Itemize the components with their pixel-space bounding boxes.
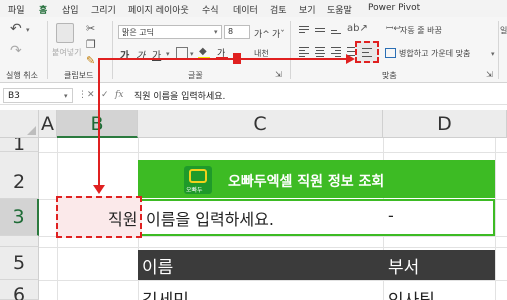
orientation-icon[interactable]: ab↗ — [347, 23, 368, 35]
header-dept: 부서 — [388, 258, 420, 278]
chevron-down-icon[interactable]: ▾ — [64, 92, 68, 100]
menu-power-pivot[interactable]: Power Pivot — [368, 3, 420, 13]
merge-center-button[interactable]: 병합하고 가운데 맞춤 — [399, 48, 470, 59]
column-header-a[interactable]: A — [39, 110, 57, 138]
font-dialog-launcher-icon[interactable]: ⇲ — [275, 69, 282, 81]
menu-view[interactable]: 보기 — [299, 3, 316, 16]
menu-review[interactable]: 검토 — [270, 3, 287, 16]
chevron-down-icon[interactable]: ▾ — [190, 50, 194, 58]
font-size-select[interactable]: 8 — [224, 25, 250, 39]
alignment-dialog-launcher-icon[interactable]: ⇲ — [486, 69, 493, 81]
cut-icon[interactable]: ✂ — [86, 23, 95, 35]
group-divider — [498, 21, 499, 79]
annotation-arrow-vertical — [98, 59, 100, 185]
chevron-down-icon[interactable]: ▾ — [214, 28, 218, 36]
align-top-icon[interactable] — [298, 25, 310, 36]
cell-d3-text[interactable]: - — [388, 206, 394, 225]
alignment-group-label: 맞춤 — [382, 71, 397, 80]
wrap-text-symbol: ꟷ↩ — [386, 24, 401, 34]
chevron-down-icon[interactable]: ▾ — [491, 50, 495, 58]
row-header-1[interactable]: 1 — [0, 138, 39, 152]
cell-c6-text[interactable]: 김세민 — [142, 286, 189, 300]
annotation-arrow-marker — [233, 53, 241, 64]
gridline — [39, 152, 507, 153]
row-header-5[interactable]: 5 — [0, 247, 39, 280]
table-header-row — [138, 250, 495, 280]
row-header-3[interactable]: 3 — [0, 199, 39, 236]
menu-help[interactable]: 도움말 — [327, 3, 352, 16]
align-center-icon[interactable] — [314, 46, 326, 57]
menu-data[interactable]: 데이터 — [233, 3, 258, 16]
merge-center-icon[interactable] — [385, 48, 396, 58]
logo: 오빠두 — [184, 166, 212, 194]
annotation-arrow-horizontal — [98, 58, 347, 60]
wrap-text-button[interactable]: 자동 줄 바꿈 — [400, 25, 442, 36]
chevron-down-icon[interactable]: ▾ — [166, 50, 170, 58]
wrap-text-icon[interactable] — [355, 41, 379, 63]
select-all-button[interactable] — [0, 110, 39, 138]
paste-icon[interactable] — [56, 23, 74, 43]
name-box[interactable]: B3 — [3, 88, 73, 103]
undo-icon[interactable]: ↶ — [10, 22, 22, 36]
menu-file[interactable]: 파일 — [8, 3, 25, 16]
copy-icon[interactable]: ❐ — [86, 39, 96, 51]
menu-bar: 파일 홈 삽입 그리기 페이지 레이아웃 수식 데이터 검토 보기 도움말 Po… — [0, 0, 507, 19]
menu-page-layout[interactable]: 페이지 레이아웃 — [128, 3, 189, 16]
cell-d6-text[interactable]: 인사팀 — [388, 286, 435, 300]
column-header-d[interactable]: D — [383, 110, 507, 138]
font-name-select[interactable]: 맑은 고딕 — [118, 25, 222, 39]
font-name-value: 맑은 고딕 — [122, 28, 154, 37]
column-header-c[interactable]: C — [138, 110, 383, 138]
group-divider — [290, 21, 291, 79]
format-painter-icon[interactable]: ✎ — [86, 55, 95, 67]
number-format-select[interactable]: 일 — [500, 25, 507, 36]
sheet-title: 오빠두엑셀 직원 정보 조회 — [228, 174, 385, 190]
row-header-2[interactable]: 2 — [0, 152, 39, 199]
menu-draw[interactable]: 그리기 — [91, 3, 116, 16]
enter-icon[interactable]: ✓ — [101, 90, 109, 100]
group-divider — [112, 21, 113, 79]
cell-b3-text: 직원 — [108, 210, 138, 229]
align-bottom-icon[interactable] — [330, 25, 342, 36]
redo-icon[interactable]: ↷ — [10, 44, 22, 58]
font-group-label: 글꼴 — [188, 71, 203, 80]
gridline — [495, 138, 496, 300]
menu-formulas[interactable]: 수식 — [202, 3, 219, 16]
header-name: 이름 — [142, 258, 174, 278]
formula-bar: B3 ▾ ⋮ ✕ ✓ fx 직원 이름을 입력하세요. — [0, 86, 507, 105]
more-icon: ⋮ — [78, 90, 87, 100]
row-header-6[interactable]: 6 — [0, 280, 39, 300]
insert-function-icon[interactable]: fx — [115, 90, 123, 100]
menu-insert[interactable]: 삽입 — [62, 3, 79, 16]
logo-text: 오빠두 — [186, 187, 203, 194]
paste-button[interactable]: 붙여넣기 — [52, 47, 81, 58]
undo-group-label: 실행 취소 — [6, 71, 38, 80]
gridline — [39, 247, 507, 248]
align-middle-icon[interactable] — [314, 25, 326, 36]
annotation-arrow-head — [346, 54, 355, 64]
font-size-value: 8 — [228, 27, 234, 36]
group-divider — [47, 21, 48, 79]
row-header-hidden — [0, 236, 39, 247]
cell-c3-text[interactable]: 이름을 입력하세요. — [146, 206, 274, 230]
formula-input[interactable]: 직원 이름을 입력하세요. — [134, 89, 225, 102]
ribbon: ↶ ▾ ↷ 실행 취소 붙여넣기 ✂ ❐ ✎ 클립보드 맑은 고딕 ▾ 8 가^… — [0, 17, 507, 83]
gridline — [39, 280, 507, 281]
clipboard-group-label: 클립보드 — [64, 71, 94, 80]
align-right-icon[interactable] — [330, 46, 342, 57]
cancel-icon[interactable]: ✕ — [87, 90, 95, 100]
align-left-icon[interactable] — [298, 46, 310, 57]
shrink-font-button[interactable]: 가ˇ — [272, 27, 285, 40]
name-box-value: B3 — [8, 91, 20, 101]
chevron-down-icon[interactable]: ▾ — [26, 26, 30, 34]
grow-font-button[interactable]: 가^ — [254, 27, 270, 40]
annotation-arrow-head — [93, 185, 105, 194]
